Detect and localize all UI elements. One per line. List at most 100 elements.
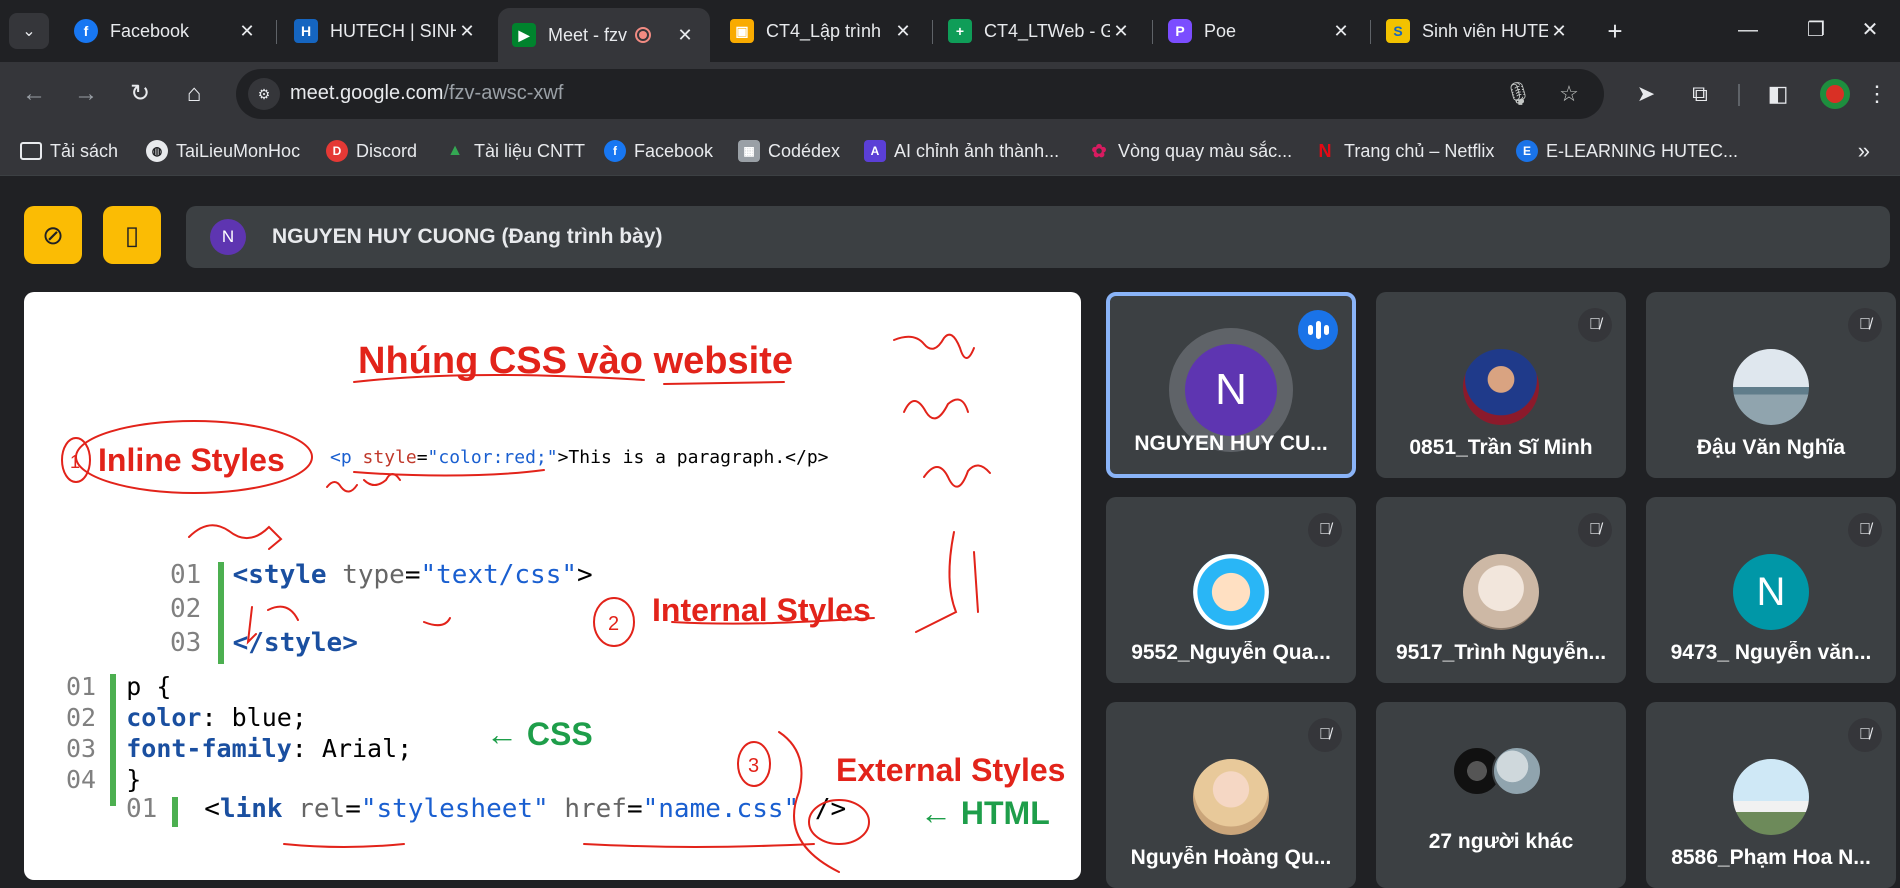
participant-tile[interactable]: 🎙̸ 9517_Trình Nguyễn... [1376,497,1626,683]
plus-icon: + [1607,16,1623,46]
meet-stage: ⊘ ▯ N NGUYEN HUY CUONG (Đang trình bày) … [0,177,1900,888]
microphone-icon[interactable]: 🎙 [1504,81,1532,107]
participant-tile[interactable]: N 🎙̸ 9473_ Nguyễn văn... [1646,497,1896,683]
pen-annotations: 1 2 3 [61,333,991,873]
participant-tile[interactable]: 🎙̸ Đậu Văn Nghĩa [1646,292,1896,478]
back-button[interactable]: ← [16,76,52,112]
close-icon[interactable]: ✕ [674,25,696,46]
url-text[interactable]: meet.google.com/fzv-awsc-xwf [290,82,563,105]
annotation-strokes [61,333,991,873]
participant-name: 8586_Phạm Hoa N... [1671,846,1871,869]
bookmark-netflix[interactable]: N Trang chủ – Netflix [1314,138,1495,164]
forward-button[interactable]: → [68,76,104,112]
avatar [1733,349,1809,425]
bookmark-facebook[interactable]: f Facebook [604,138,713,164]
participant-tile[interactable]: 🎙̸ 9552_Nguyễn Qua... [1106,497,1356,683]
bookmark-label: Discord [356,140,418,161]
ai-photo-icon: A [864,140,886,162]
bookmark-label: Codédex [768,140,841,161]
side-panel-icon[interactable]: ◧ [1762,78,1794,110]
close-icon[interactable]: ✕ [1110,21,1132,42]
bookmark-tai-sach[interactable]: Tải sách [20,138,118,164]
avatar: N [1185,344,1277,436]
site-settings-icon[interactable]: ⚙ [248,78,280,110]
participant-tile[interactable]: N NGUYEN HUY CU... [1106,292,1356,478]
profile-avatar[interactable] [1820,79,1850,109]
netflix-icon: N [1318,140,1332,161]
bookmarks-overflow-icon[interactable]: » [1858,138,1870,164]
url-path: /fzv-awsc-xwf [443,82,564,104]
more-menu-icon[interactable]: ⋮ [1866,78,1888,110]
external-circle-stroke [808,799,870,845]
handwriting-stroke [246,605,451,645]
tab-title: CT4_LTWeb - G [984,20,1110,41]
tab-title: Meet - fzv [548,24,628,45]
bookmark-label: AI chỉnh ảnh thành... [894,140,1060,161]
bookmark-tai-lieu-cntt[interactable]: ▲ Tài liệu CNTT [444,138,585,164]
close-window-button[interactable]: ✕ [1840,12,1900,48]
tab-separator [1370,20,1371,44]
annotation-number-3: 3 [748,755,759,777]
folder-icon [20,142,42,160]
bookmark-discord[interactable]: D Discord [326,138,417,164]
others-count: 27 người khác [1428,830,1574,853]
bookmark-label: Tải sách [50,140,119,161]
presenter-name: NGUYEN HUY CUONG (Đang trình bày) [272,225,663,248]
door-exit-icon: ▯ [124,220,140,250]
handwriting-stroke [326,473,401,493]
poe-icon: P [1168,19,1192,43]
restore-button[interactable]: ❐ [1786,12,1846,48]
inline-underline-stroke [353,469,545,477]
hide-presentation-button[interactable]: ⊘ [24,206,82,264]
participant-name: 9517_Trình Nguyễn... [1395,641,1607,664]
hutech-shield-icon: H [294,19,318,43]
close-icon[interactable]: ✕ [892,21,914,42]
reload-button[interactable]: ↻ [122,76,158,112]
bookmark-label: Vòng quay màu sắc... [1118,140,1293,161]
avatar [1463,554,1539,630]
tab-facebook[interactable]: f Facebook ✕ [60,8,272,54]
link-underline-stroke [283,843,815,848]
speaking-indicator-icon [1298,310,1338,350]
bookmark-ai-chinh-anh[interactable]: A AI chỉnh ảnh thành... [864,138,1059,164]
tab-sinhvien[interactable]: S Sinh viên HUTE ✕ [1372,8,1584,54]
tab-title: HUTECH | SINH [330,20,456,41]
tab-classroom[interactable]: ▣ CT4_Lập trình ✕ [716,8,928,54]
handwriting-stroke [893,333,975,359]
participant-tile[interactable]: 🎙̸ 0851_Trần Sĩ Minh [1376,292,1626,478]
tab-sheets[interactable]: + CT4_LTWeb - G ✕ [934,8,1146,54]
tab-poe[interactable]: P Poe ✕ [1154,8,1366,54]
handwriting-stroke [778,731,840,873]
bookmark-codedex[interactable]: ▦ Codédex [738,138,840,164]
bookmark-tailieumonhoc[interactable]: ◍ TaiLieuMonHoc [146,138,300,164]
participant-tile[interactable]: 🎙̸ 8586_Phạm Hoa N... [1646,702,1896,888]
tab-meet-active[interactable]: ▶ Meet - fzv ✕ [498,8,710,62]
tab-search-button[interactable]: ⌄ [9,13,49,49]
cast-extension-icon[interactable]: ➤ [1630,78,1662,110]
handwriting-stroke [923,464,991,488]
bookmark-elearning[interactable]: E E-LEARNING HUTEC... [1516,138,1738,164]
close-icon[interactable]: ✕ [1330,21,1352,42]
participant-tile-others[interactable]: 27 người khác [1376,702,1626,888]
participant-tile[interactable]: 🎙̸ Nguyễn Hoàng Qu... [1106,702,1356,888]
close-icon[interactable]: ✕ [1548,21,1570,42]
extensions-icon[interactable]: ⧉ [1684,78,1716,110]
star-icon[interactable]: ☆ [1556,81,1582,107]
bookmark-vong-quay[interactable]: ✿ Vòng quay màu sắc... [1088,138,1292,164]
mic-off-icon: 🎙̸ [1848,308,1882,342]
address-bar[interactable]: ⚙ meet.google.com/fzv-awsc-xwf 🎙 ☆ [236,69,1604,119]
color-wheel-icon: ✿ [1091,140,1107,161]
arrow-left-icon: ← [22,80,46,107]
exit-presentation-button[interactable]: ▯ [103,206,161,264]
close-icon[interactable]: ✕ [236,21,258,42]
new-tab-button[interactable]: + [1598,14,1632,48]
home-button[interactable]: ⌂ [176,76,212,112]
presentation-slide: Nhúng CSS vào website Inline Styles <p s… [24,292,1081,880]
minimize-button[interactable]: — [1718,12,1778,48]
tab-hutech[interactable]: H HUTECH | SINH ✕ [280,8,492,54]
close-icon[interactable]: ✕ [456,21,478,42]
title-underline-stroke [353,374,645,383]
reload-icon: ↻ [129,80,151,107]
elearning-icon: E [1516,140,1538,162]
avatar [1463,349,1539,425]
